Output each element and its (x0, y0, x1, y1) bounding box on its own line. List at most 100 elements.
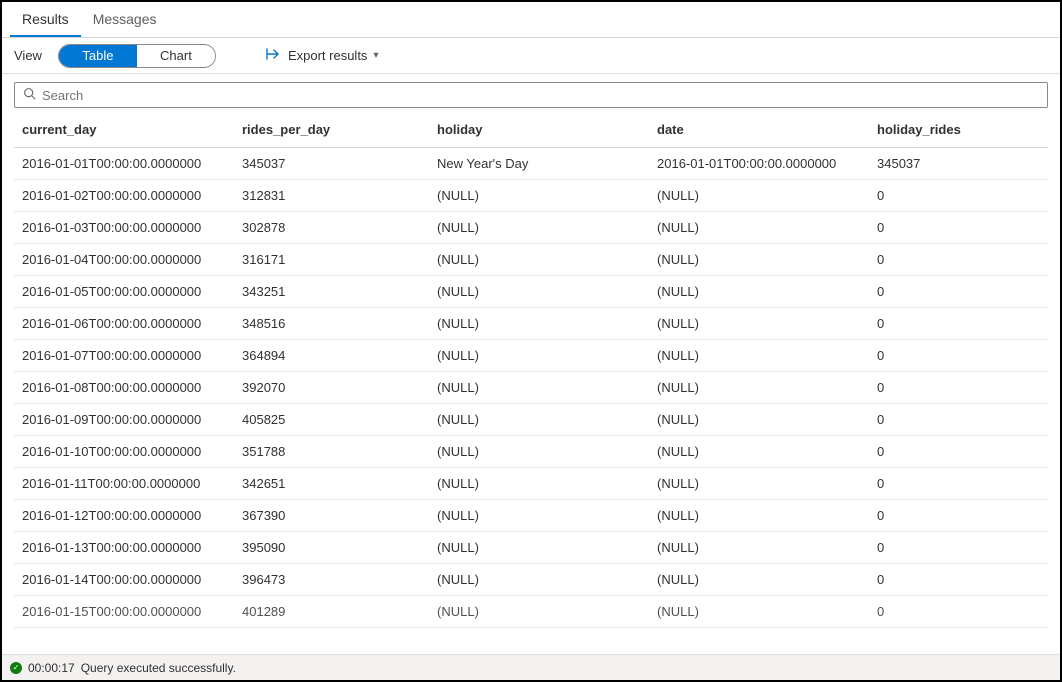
cell-holiday_rides[interactable]: 0 (869, 596, 1048, 628)
cell-holiday_rides[interactable]: 0 (869, 212, 1048, 244)
export-results-button[interactable]: Export results ▾ (266, 47, 379, 64)
table-row[interactable]: 2016-01-08T00:00:00.0000000392070(NULL)(… (14, 372, 1048, 404)
table-row[interactable]: 2016-01-07T00:00:00.0000000364894(NULL)(… (14, 340, 1048, 372)
table-row[interactable]: 2016-01-06T00:00:00.0000000348516(NULL)(… (14, 308, 1048, 340)
col-date[interactable]: date (649, 112, 869, 148)
cell-current_day[interactable]: 2016-01-13T00:00:00.0000000 (14, 532, 234, 564)
cell-date[interactable]: (NULL) (649, 340, 869, 372)
cell-rides_per_day[interactable]: 316171 (234, 244, 429, 276)
cell-holiday[interactable]: (NULL) (429, 500, 649, 532)
cell-rides_per_day[interactable]: 364894 (234, 340, 429, 372)
cell-holiday[interactable]: (NULL) (429, 436, 649, 468)
cell-date[interactable]: (NULL) (649, 372, 869, 404)
cell-current_day[interactable]: 2016-01-14T00:00:00.0000000 (14, 564, 234, 596)
cell-rides_per_day[interactable]: 312831 (234, 180, 429, 212)
table-row[interactable]: 2016-01-09T00:00:00.0000000405825(NULL)(… (14, 404, 1048, 436)
cell-rides_per_day[interactable]: 405825 (234, 404, 429, 436)
cell-holiday[interactable]: (NULL) (429, 180, 649, 212)
cell-date[interactable]: 2016-01-01T00:00:00.0000000 (649, 148, 869, 180)
cell-date[interactable]: (NULL) (649, 532, 869, 564)
col-holiday_rides[interactable]: holiday_rides (869, 112, 1048, 148)
cell-holiday[interactable]: New Year's Day (429, 148, 649, 180)
cell-current_day[interactable]: 2016-01-10T00:00:00.0000000 (14, 436, 234, 468)
cell-holiday_rides[interactable]: 0 (869, 468, 1048, 500)
table-row[interactable]: 2016-01-14T00:00:00.0000000396473(NULL)(… (14, 564, 1048, 596)
cell-holiday[interactable]: (NULL) (429, 404, 649, 436)
cell-current_day[interactable]: 2016-01-15T00:00:00.0000000 (14, 596, 234, 628)
cell-rides_per_day[interactable]: 396473 (234, 564, 429, 596)
cell-current_day[interactable]: 2016-01-09T00:00:00.0000000 (14, 404, 234, 436)
tab-results[interactable]: Results (10, 3, 81, 37)
cell-current_day[interactable]: 2016-01-02T00:00:00.0000000 (14, 180, 234, 212)
cell-date[interactable]: (NULL) (649, 404, 869, 436)
cell-date[interactable]: (NULL) (649, 596, 869, 628)
table-row[interactable]: 2016-01-13T00:00:00.0000000395090(NULL)(… (14, 532, 1048, 564)
cell-holiday_rides[interactable]: 0 (869, 180, 1048, 212)
cell-holiday_rides[interactable]: 0 (869, 276, 1048, 308)
cell-rides_per_day[interactable]: 392070 (234, 372, 429, 404)
cell-date[interactable]: (NULL) (649, 212, 869, 244)
cell-current_day[interactable]: 2016-01-07T00:00:00.0000000 (14, 340, 234, 372)
table-row[interactable]: 2016-01-01T00:00:00.0000000345037New Yea… (14, 148, 1048, 180)
cell-current_day[interactable]: 2016-01-12T00:00:00.0000000 (14, 500, 234, 532)
cell-holiday_rides[interactable]: 0 (869, 340, 1048, 372)
cell-date[interactable]: (NULL) (649, 276, 869, 308)
view-table-button[interactable]: Table (59, 45, 137, 67)
view-chart-button[interactable]: Chart (137, 45, 215, 67)
cell-rides_per_day[interactable]: 348516 (234, 308, 429, 340)
cell-holiday[interactable]: (NULL) (429, 340, 649, 372)
cell-current_day[interactable]: 2016-01-05T00:00:00.0000000 (14, 276, 234, 308)
cell-holiday[interactable]: (NULL) (429, 468, 649, 500)
cell-holiday[interactable]: (NULL) (429, 532, 649, 564)
cell-date[interactable]: (NULL) (649, 500, 869, 532)
cell-holiday[interactable]: (NULL) (429, 564, 649, 596)
cell-holiday_rides[interactable]: 0 (869, 404, 1048, 436)
cell-rides_per_day[interactable]: 345037 (234, 148, 429, 180)
cell-current_day[interactable]: 2016-01-01T00:00:00.0000000 (14, 148, 234, 180)
cell-rides_per_day[interactable]: 401289 (234, 596, 429, 628)
cell-rides_per_day[interactable]: 367390 (234, 500, 429, 532)
table-row[interactable]: 2016-01-12T00:00:00.0000000367390(NULL)(… (14, 500, 1048, 532)
table-row[interactable]: 2016-01-04T00:00:00.0000000316171(NULL)(… (14, 244, 1048, 276)
search-box[interactable] (14, 82, 1048, 108)
cell-date[interactable]: (NULL) (649, 308, 869, 340)
table-row[interactable]: 2016-01-05T00:00:00.0000000343251(NULL)(… (14, 276, 1048, 308)
cell-holiday_rides[interactable]: 0 (869, 564, 1048, 596)
cell-holiday[interactable]: (NULL) (429, 372, 649, 404)
cell-rides_per_day[interactable]: 395090 (234, 532, 429, 564)
cell-holiday[interactable]: (NULL) (429, 212, 649, 244)
cell-holiday_rides[interactable]: 345037 (869, 148, 1048, 180)
cell-current_day[interactable]: 2016-01-11T00:00:00.0000000 (14, 468, 234, 500)
search-input[interactable] (42, 88, 1039, 103)
cell-holiday[interactable]: (NULL) (429, 596, 649, 628)
cell-current_day[interactable]: 2016-01-04T00:00:00.0000000 (14, 244, 234, 276)
cell-date[interactable]: (NULL) (649, 564, 869, 596)
cell-rides_per_day[interactable]: 343251 (234, 276, 429, 308)
cell-holiday_rides[interactable]: 0 (869, 244, 1048, 276)
cell-rides_per_day[interactable]: 342651 (234, 468, 429, 500)
table-row[interactable]: 2016-01-10T00:00:00.0000000351788(NULL)(… (14, 436, 1048, 468)
cell-holiday[interactable]: (NULL) (429, 244, 649, 276)
cell-holiday[interactable]: (NULL) (429, 276, 649, 308)
tab-messages[interactable]: Messages (81, 3, 169, 37)
col-rides_per_day[interactable]: rides_per_day (234, 112, 429, 148)
table-row[interactable]: 2016-01-03T00:00:00.0000000302878(NULL)(… (14, 212, 1048, 244)
col-current_day[interactable]: current_day (14, 112, 234, 148)
cell-date[interactable]: (NULL) (649, 180, 869, 212)
cell-current_day[interactable]: 2016-01-08T00:00:00.0000000 (14, 372, 234, 404)
cell-holiday_rides[interactable]: 0 (869, 500, 1048, 532)
table-row[interactable]: 2016-01-02T00:00:00.0000000312831(NULL)(… (14, 180, 1048, 212)
col-holiday[interactable]: holiday (429, 112, 649, 148)
table-row[interactable]: 2016-01-15T00:00:00.0000000401289(NULL)(… (14, 596, 1048, 628)
cell-holiday_rides[interactable]: 0 (869, 372, 1048, 404)
cell-holiday_rides[interactable]: 0 (869, 436, 1048, 468)
cell-rides_per_day[interactable]: 351788 (234, 436, 429, 468)
cell-date[interactable]: (NULL) (649, 436, 869, 468)
cell-holiday_rides[interactable]: 0 (869, 532, 1048, 564)
cell-current_day[interactable]: 2016-01-03T00:00:00.0000000 (14, 212, 234, 244)
table-row[interactable]: 2016-01-11T00:00:00.0000000342651(NULL)(… (14, 468, 1048, 500)
cell-holiday_rides[interactable]: 0 (869, 308, 1048, 340)
cell-date[interactable]: (NULL) (649, 468, 869, 500)
cell-holiday[interactable]: (NULL) (429, 308, 649, 340)
cell-rides_per_day[interactable]: 302878 (234, 212, 429, 244)
